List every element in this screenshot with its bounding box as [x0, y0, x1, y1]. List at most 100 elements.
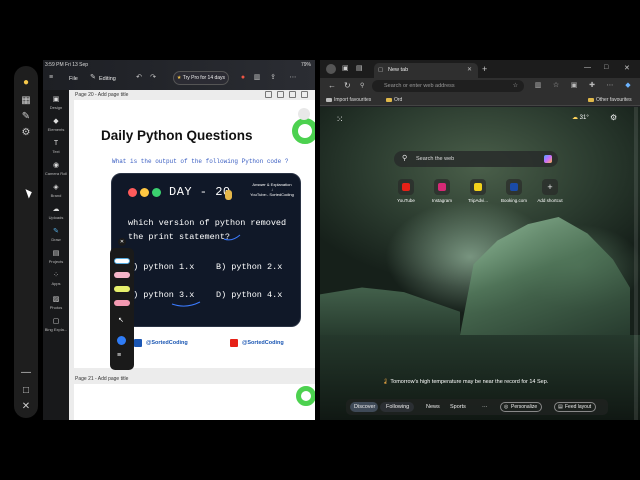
page-21-bar[interactable]: Page 21 - Add page title — [69, 374, 315, 384]
option-b: B) python 2.x — [216, 262, 283, 272]
personalize-button[interactable]: ◎ Personalize — [500, 402, 543, 412]
tab-discover[interactable]: Discover — [354, 399, 375, 415]
tab-new-tab[interactable]: ▢ New tab ✕ — [374, 63, 478, 78]
chart-icon[interactable]: ▥ — [253, 74, 261, 82]
sidebar-item-bing[interactable]: ▢ Bing Expla... — [43, 318, 69, 332]
select-arrow-icon[interactable]: ↖ — [118, 316, 124, 324]
sidebar-item-label: Text — [52, 149, 60, 154]
import-favourites-link[interactable]: Import favourites — [326, 94, 371, 106]
sidebar-item-photos[interactable]: ▨ Photos — [43, 296, 69, 310]
close-draw-icon[interactable]: ✕ — [118, 238, 126, 246]
feed-layout-icon: ▤ — [558, 404, 563, 410]
share-icon[interactable]: ⇪ — [269, 74, 277, 82]
copilot-icon[interactable]: ◆ — [624, 82, 632, 90]
new-tab-button[interactable]: + — [482, 64, 487, 74]
add-shortcut-button[interactable]: + Add shortcut — [534, 179, 566, 203]
marker-tool[interactable] — [114, 272, 130, 278]
question-card[interactable]: DAY - 20 Answer & Explanation ↓ YouTube:… — [111, 173, 301, 327]
quick-link-tripadvisor[interactable]: TripAdvi... — [462, 179, 494, 203]
pen-icon[interactable]: ✎ — [19, 110, 33, 124]
redo-icon[interactable]: ↷ — [149, 74, 157, 82]
favorites-icon[interactable]: ☆ — [552, 82, 560, 90]
settings-icon[interactable]: ⚙ — [19, 126, 33, 140]
try-pro-button[interactable]: ★ Try Pro for 14 days — [173, 71, 229, 85]
feed-layout-button[interactable]: ▤ Feed layout — [554, 402, 597, 412]
color-picker-icon[interactable] — [117, 336, 126, 345]
undo-icon[interactable]: ↶ — [135, 74, 143, 82]
sidebar-item-brand[interactable]: ◈ Brand — [43, 184, 69, 198]
minimize-icon[interactable]: — — [19, 366, 33, 380]
workspaces-icon[interactable]: ▣ — [342, 64, 349, 72]
more-menu-icon[interactable]: ⋯ — [606, 82, 614, 90]
question-line-2: the print statement? — [128, 230, 304, 244]
favourite-folder[interactable]: Ord — [386, 94, 402, 106]
close-tab-icon[interactable]: ✕ — [467, 63, 472, 78]
record-icon[interactable]: ● — [239, 74, 247, 82]
weather-widget[interactable]: ☁ 31° — [572, 113, 589, 123]
copilot-search-icon[interactable] — [544, 155, 552, 163]
stroke-weight-icon[interactable]: ≡ — [117, 352, 121, 359]
sidebar-item-draw[interactable]: ✎ Draw — [43, 228, 69, 242]
eraser-tool[interactable] — [114, 300, 130, 306]
pen-tool[interactable] — [114, 258, 130, 264]
file-menu[interactable]: File — [69, 70, 78, 88]
page-settings-icon[interactable]: ⚙ — [610, 113, 617, 123]
more-tabs-button[interactable]: ··· — [482, 399, 488, 415]
sidebar-item-elements[interactable]: ◆ Elements — [43, 118, 69, 132]
sidebar-item-apps[interactable]: ⁘ Apps — [43, 272, 69, 286]
minimize-window-icon[interactable]: — — [584, 64, 591, 71]
page-lock-icon[interactable] — [277, 91, 284, 98]
page-scrollbar[interactable] — [634, 107, 638, 420]
menu-icon[interactable]: ≡ — [47, 74, 55, 82]
tab-title: New tab — [388, 67, 409, 73]
tab-sports[interactable]: Sports — [450, 399, 466, 415]
sidebar-item-design[interactable]: ▣ Design — [43, 96, 69, 110]
page-20-bar[interactable]: Page 20 - Add page title — [69, 90, 315, 100]
collections-icon[interactable]: ▣ — [570, 82, 578, 90]
square-icon[interactable]: □ — [19, 384, 33, 398]
address-input[interactable]: Search or enter web address ☆ — [372, 80, 524, 92]
design-icon: ▣ — [52, 96, 60, 103]
web-search-box[interactable]: ⚲ Search the web — [394, 151, 558, 167]
back-icon[interactable]: ← — [328, 81, 336, 91]
tab-following[interactable]: Following — [386, 399, 409, 415]
grid-icon[interactable]: ▦ — [19, 94, 33, 108]
design-page-21[interactable] — [74, 384, 315, 420]
lightbulb-icon[interactable]: ● — [19, 76, 33, 90]
question-text[interactable]: What is the output of the following Pyth… — [112, 158, 288, 165]
tab-actions-icon[interactable]: ▤ — [356, 64, 363, 72]
weather-tip[interactable]: 🌡 Tomorrow's high temperature may be nea… — [382, 379, 548, 385]
page-add-icon[interactable] — [301, 91, 308, 98]
sidebar-item-camera-roll[interactable]: ◉ Camera Roll — [43, 162, 69, 176]
other-favourites-folder[interactable]: Other favourites — [588, 94, 632, 106]
maximize-window-icon[interactable]: □ — [604, 64, 608, 71]
sidebar-item-uploads[interactable]: ☁ Uploads — [43, 206, 69, 220]
sidebar-item-projects[interactable]: ▤ Projects — [43, 250, 69, 264]
quick-link-instagram[interactable]: Instagram — [426, 179, 458, 203]
question-line: the print statement? — [128, 232, 231, 242]
extensions-icon[interactable]: ✚ — [588, 82, 596, 90]
sidebar-item-text[interactable]: T Text — [43, 140, 69, 154]
weather-tip-text: Tomorrow's high temperature may be near … — [390, 379, 549, 385]
day-label: DAY - 20 — [169, 185, 231, 199]
refresh-icon[interactable]: ↻ — [344, 81, 351, 91]
close-window-icon[interactable]: ✕ — [624, 64, 630, 72]
instagram-icon — [434, 179, 450, 195]
page-up-icon[interactable] — [265, 91, 272, 98]
page-duplicate-icon[interactable] — [289, 91, 296, 98]
quick-link-booking[interactable]: Booking.com — [498, 179, 530, 203]
question-line: which version of python removed — [128, 218, 287, 228]
more-icon[interactable]: ⋯ — [289, 74, 297, 82]
apps-launcher-icon[interactable]: ⁙ — [336, 114, 346, 124]
option-a: A) python 1.x — [128, 262, 195, 272]
close-icon[interactable]: ✕ — [19, 400, 33, 414]
iceberg-background — [460, 217, 630, 335]
page-title[interactable]: Daily Python Questions — [101, 128, 253, 143]
favorite-star-icon[interactable]: ☆ — [513, 80, 518, 92]
profile-avatar[interactable] — [326, 64, 336, 74]
quick-link-youtube[interactable]: YouTube — [390, 179, 422, 203]
split-screen-icon[interactable]: ▥ — [534, 82, 542, 90]
tab-news[interactable]: News — [426, 399, 440, 415]
editing-dropdown[interactable]: Editing — [99, 70, 116, 88]
highlighter-tool[interactable] — [114, 286, 130, 292]
